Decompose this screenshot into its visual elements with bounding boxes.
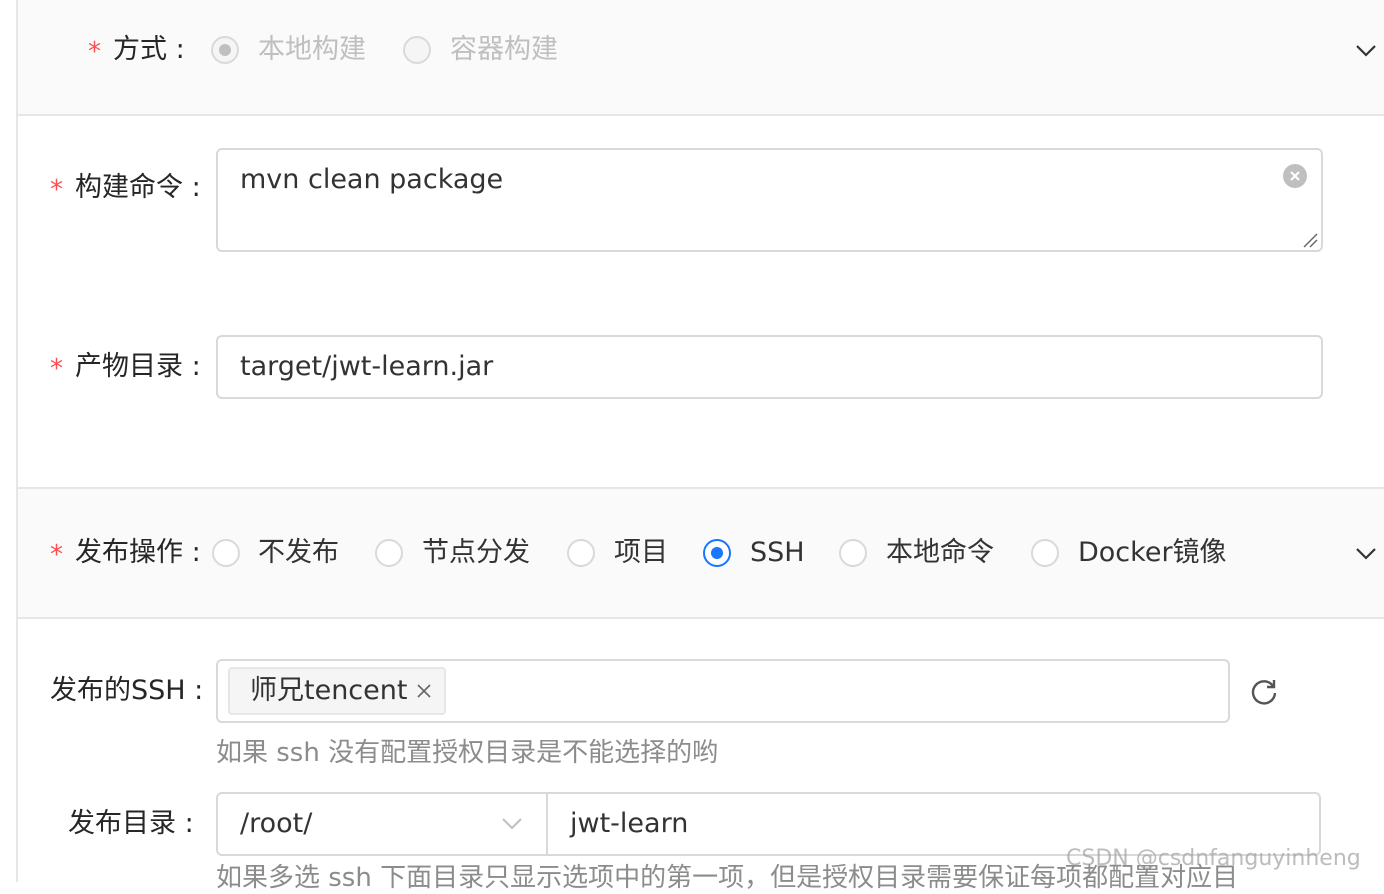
clear-icon[interactable]	[1283, 164, 1307, 188]
chevron-down-icon[interactable]	[1354, 43, 1378, 59]
radio-local-command[interactable]	[839, 539, 867, 567]
ssh-hint: 如果 ssh 没有配置授权目录是不能选择的哟	[216, 738, 719, 768]
release-dir-select-value: /root/	[240, 808, 313, 839]
radio-ssh-label: SSH	[750, 537, 805, 568]
required-asterisk: *	[88, 37, 101, 67]
artifact-dir-label: * 产物目录 :	[50, 351, 201, 384]
release-ssh-label: 发布的SSH :	[50, 675, 204, 706]
refresh-icon[interactable]	[1249, 677, 1279, 707]
artifact-dir-value: target/jwt-learn.jar	[240, 351, 494, 382]
build-command-value: mvn clean package	[240, 164, 504, 195]
radio-docker-image[interactable]	[1031, 539, 1059, 567]
chevron-down-icon[interactable]	[500, 816, 524, 832]
release-dir-input-value: jwt-learn	[570, 808, 689, 839]
build-command-label: * 构建命令 :	[50, 172, 201, 205]
radio-project[interactable]	[567, 539, 595, 567]
required-asterisk: *	[50, 540, 63, 570]
close-icon[interactable]	[416, 683, 432, 699]
build-method-label-text: 方式 :	[113, 34, 185, 65]
radio-project-label: 项目	[614, 537, 668, 568]
radio-node-distribute[interactable]	[375, 539, 403, 567]
radio-no-release[interactable]	[212, 539, 240, 567]
build-command-label-text: 构建命令 :	[75, 172, 201, 203]
release-operation-label: * 发布操作 :	[50, 537, 201, 570]
radio-local-build[interactable]	[211, 36, 239, 64]
radio-no-release-label: 不发布	[258, 537, 339, 568]
watermark: CSDN @csdnfanguyinheng	[1066, 846, 1361, 871]
artifact-dir-label-text: 产物目录 :	[75, 351, 201, 382]
radio-docker-image-label: Docker镜像	[1078, 537, 1227, 568]
required-asterisk: *	[50, 354, 63, 384]
resize-handle-icon[interactable]	[1302, 232, 1318, 248]
radio-local-build-label: 本地构建	[258, 34, 366, 65]
ssh-tag-label: 师兄tencent	[250, 675, 408, 706]
build-method-label: * 方式 :	[88, 34, 185, 67]
radio-local-command-label: 本地命令	[886, 537, 994, 568]
required-asterisk: *	[50, 175, 63, 205]
left-border	[16, 0, 18, 882]
release-dir-label: 发布目录 :	[68, 808, 194, 839]
radio-container-build[interactable]	[403, 36, 431, 64]
radio-ssh[interactable]	[703, 539, 731, 567]
chevron-down-icon[interactable]	[1354, 546, 1378, 562]
radio-node-distribute-label: 节点分发	[422, 537, 530, 568]
radio-container-build-label: 容器构建	[450, 34, 558, 65]
release-operation-label-text: 发布操作 :	[75, 537, 201, 568]
